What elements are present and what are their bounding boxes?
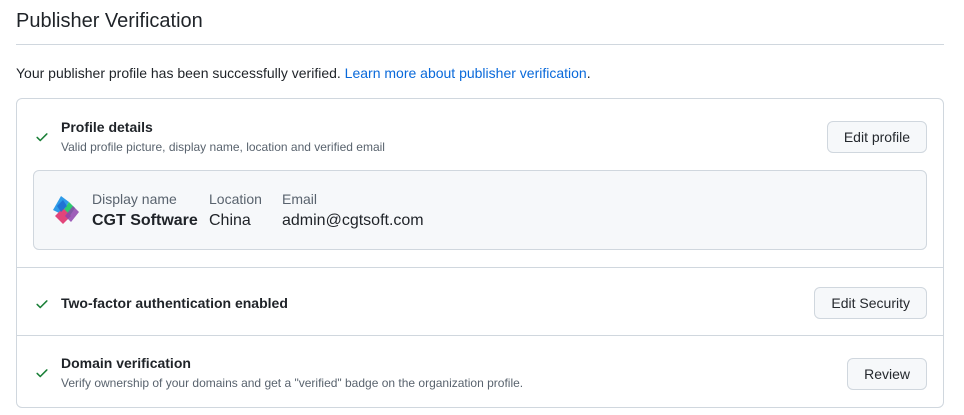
profile-details-section: Profile details Valid profile picture, d… bbox=[17, 99, 943, 268]
learn-more-link[interactable]: Learn more about publisher verification bbox=[345, 65, 587, 81]
email-value: admin@cgtsoft.com bbox=[282, 212, 424, 229]
domain-verification-title: Domain verification bbox=[61, 355, 191, 371]
page-title: Publisher Verification bbox=[16, 10, 203, 32]
location-label: Location bbox=[209, 191, 262, 207]
intro-text: Your publisher profile has been successf… bbox=[16, 65, 591, 81]
edit-profile-button[interactable]: Edit profile bbox=[826, 121, 927, 153]
check-icon bbox=[35, 366, 49, 380]
email-field: Email admin@cgtsoft.com bbox=[282, 191, 424, 230]
display-name-field: Display name CGT Software bbox=[92, 191, 198, 230]
review-button[interactable]: Review bbox=[847, 358, 927, 390]
two-factor-title: Two-factor authentication enabled bbox=[61, 295, 288, 311]
display-name-label: Display name bbox=[92, 191, 177, 207]
display-name-value: CGT Software bbox=[92, 212, 198, 229]
domain-verification-section: Domain verification Verify ownership of … bbox=[17, 336, 943, 407]
profile-card: Display name CGT Software Location China… bbox=[33, 170, 927, 250]
profile-details-title: Profile details bbox=[61, 119, 153, 135]
intro-message: Your publisher profile has been successf… bbox=[16, 65, 341, 81]
title-divider bbox=[16, 44, 944, 45]
cgt-logo-icon bbox=[49, 194, 81, 226]
domain-verification-description: Verify ownership of your domains and get… bbox=[61, 376, 524, 390]
verification-box: Profile details Valid profile picture, d… bbox=[16, 98, 944, 408]
profile-details-description: Valid profile picture, display name, loc… bbox=[61, 140, 385, 154]
edit-security-button[interactable]: Edit Security bbox=[814, 287, 927, 319]
check-icon bbox=[35, 130, 49, 144]
location-field: Location China bbox=[209, 191, 262, 230]
location-value: China bbox=[209, 212, 251, 229]
intro-period: . bbox=[586, 65, 591, 81]
check-icon bbox=[35, 297, 49, 311]
two-factor-section: Two-factor authentication enabled Edit S… bbox=[17, 268, 943, 336]
email-label: Email bbox=[282, 191, 318, 207]
